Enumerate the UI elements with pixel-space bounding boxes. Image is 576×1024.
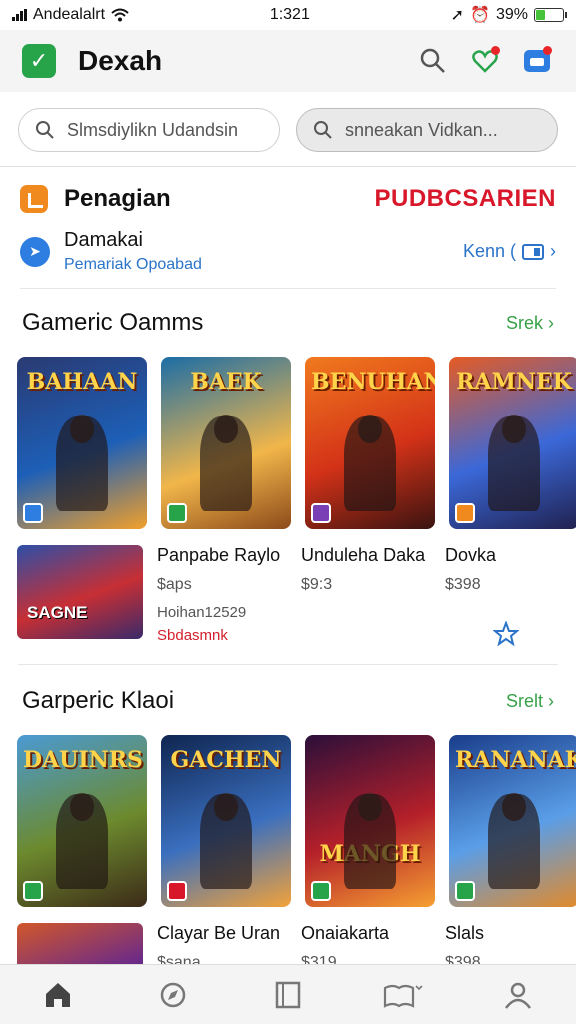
game-name: Onaiakarta: [301, 923, 390, 943]
see-all-link[interactable]: Srelt ›: [506, 691, 554, 712]
signal-icon: [12, 9, 27, 21]
section-title: Garperic Klaoi: [22, 687, 175, 714]
app-title: Dexah: [78, 45, 163, 76]
notification-dot: [543, 46, 552, 55]
game-name: Panpabe Raylo: [157, 545, 281, 565]
battery-percent: 39%: [495, 6, 528, 23]
search-input[interactable]: Slmsdiylikn Udandsin: [18, 108, 280, 152]
search-icon: [420, 48, 445, 73]
game-price: $9:3: [301, 576, 333, 593]
star-icon[interactable]: [493, 621, 519, 647]
list-item[interactable]: Unduleha Daka $9:3: [301, 545, 431, 594]
wifi-icon: [111, 8, 129, 22]
app-bar: ✓ Dexah: [0, 30, 576, 92]
game-price: $398: [445, 576, 481, 593]
game-name: Dovka: [445, 545, 497, 565]
game-name: Clayar Be Uran: [157, 923, 281, 943]
promo-icon: [20, 185, 48, 213]
tab-wishlist[interactable]: [379, 975, 427, 1015]
see-all-link[interactable]: Srek ›: [506, 313, 554, 334]
tab-profile[interactable]: [494, 975, 542, 1015]
game-tile[interactable]: DAUINRS: [17, 735, 147, 907]
platform-badge-icon: [23, 881, 43, 901]
list-item[interactable]: Dovka $398: [445, 545, 555, 647]
promo-block: Penagian PUDBCSARIEN ➤ Damakai Pemariak …: [0, 167, 576, 289]
tab-home[interactable]: [34, 975, 82, 1015]
game-tile[interactable]: BAHAAN: [17, 357, 147, 529]
profile-icon: [505, 982, 532, 1009]
game-tile[interactable]: RANANAK: [449, 735, 576, 907]
platform-badge-icon: [23, 503, 43, 523]
status-bar: Andealalrt 1:321 ➚ ⏰ 39%: [0, 0, 576, 30]
book-icon: [384, 984, 423, 1008]
promo-more-link[interactable]: Kenn ( ›: [463, 241, 556, 262]
divider: [18, 664, 558, 665]
section-title: Gameric Oamms: [22, 309, 204, 336]
inbox-button[interactable]: [520, 44, 554, 78]
messenger-icon: ➤: [20, 236, 50, 267]
wishlist-button[interactable]: [468, 44, 502, 78]
game-name: Slals: [445, 923, 485, 943]
search-input-secondary[interactable]: snneakan Vidkan...: [296, 108, 558, 152]
app-logo-icon: ✓: [22, 44, 56, 78]
carrier-label: Andealalrt: [33, 6, 106, 23]
platform-badge-icon: [455, 881, 475, 901]
card-icon: [522, 243, 544, 260]
platform-badge-icon: [311, 503, 331, 523]
section-games: Gameric Oamms Srek › BAHAAN BAEK BENUHAN…: [0, 303, 576, 665]
search-button[interactable]: [416, 44, 450, 78]
search-icon: [314, 121, 332, 139]
alarm-icon: ⏰: [470, 7, 490, 24]
game-name: Unduleha Daka: [301, 545, 426, 565]
game-price: $aps: [157, 576, 192, 593]
game-tile[interactable]: MANGH: [305, 735, 435, 907]
explore-icon: [160, 982, 186, 1007]
battery-icon: [533, 8, 567, 22]
promo-row-subtitle: Pemariak Opoabad: [64, 256, 202, 273]
promo-badge[interactable]: PUDBCSARIEN: [374, 185, 556, 213]
game-tag: Sbdasmnk: [157, 627, 228, 644]
home-icon: [45, 982, 70, 1007]
search-row: Slmsdiylikn Udandsin snneakan Vidkan...: [0, 92, 576, 167]
platform-badge-icon: [167, 503, 187, 523]
search-icon: [36, 121, 54, 139]
search-placeholder: Slmsdiylikn Udandsin: [67, 119, 239, 140]
game-tile[interactable]: GACHEN: [161, 735, 291, 907]
library-icon: [275, 981, 301, 1008]
game-thumbnail[interactable]: SAGNE: [17, 545, 143, 639]
promo-title: Penagian: [64, 185, 171, 212]
game-list-row: SAGNE Panpabe Raylo $aps Hoihan12529 Sbd…: [0, 529, 576, 647]
game-tile[interactable]: BAEK: [161, 357, 291, 529]
promo-row[interactable]: ➤ Damakai Pemariak Opoabad Kenn ( ›: [20, 229, 556, 289]
game-tile[interactable]: RAMNEK: [449, 357, 576, 529]
list-item[interactable]: Panpabe Raylo $aps Hoihan12529 Sbdasmnk: [157, 545, 287, 644]
chevron-right-icon: ›: [550, 241, 556, 261]
location-icon: ➚: [450, 7, 465, 24]
game-meta: Hoihan12529: [157, 604, 247, 621]
notification-dot: [491, 46, 500, 55]
search-placeholder: snneakan Vidkan...: [345, 119, 498, 140]
platform-badge-icon: [167, 881, 187, 901]
platform-badge-icon: [311, 881, 331, 901]
promo-row-title: Damakai: [64, 229, 143, 251]
bottom-tab-bar: [0, 964, 576, 1024]
clock: 1:321: [269, 6, 310, 23]
platform-badge-icon: [455, 503, 475, 523]
tab-explore[interactable]: [149, 975, 197, 1015]
tab-library[interactable]: [264, 975, 312, 1015]
game-tile[interactable]: BENUHAN: [305, 357, 435, 529]
